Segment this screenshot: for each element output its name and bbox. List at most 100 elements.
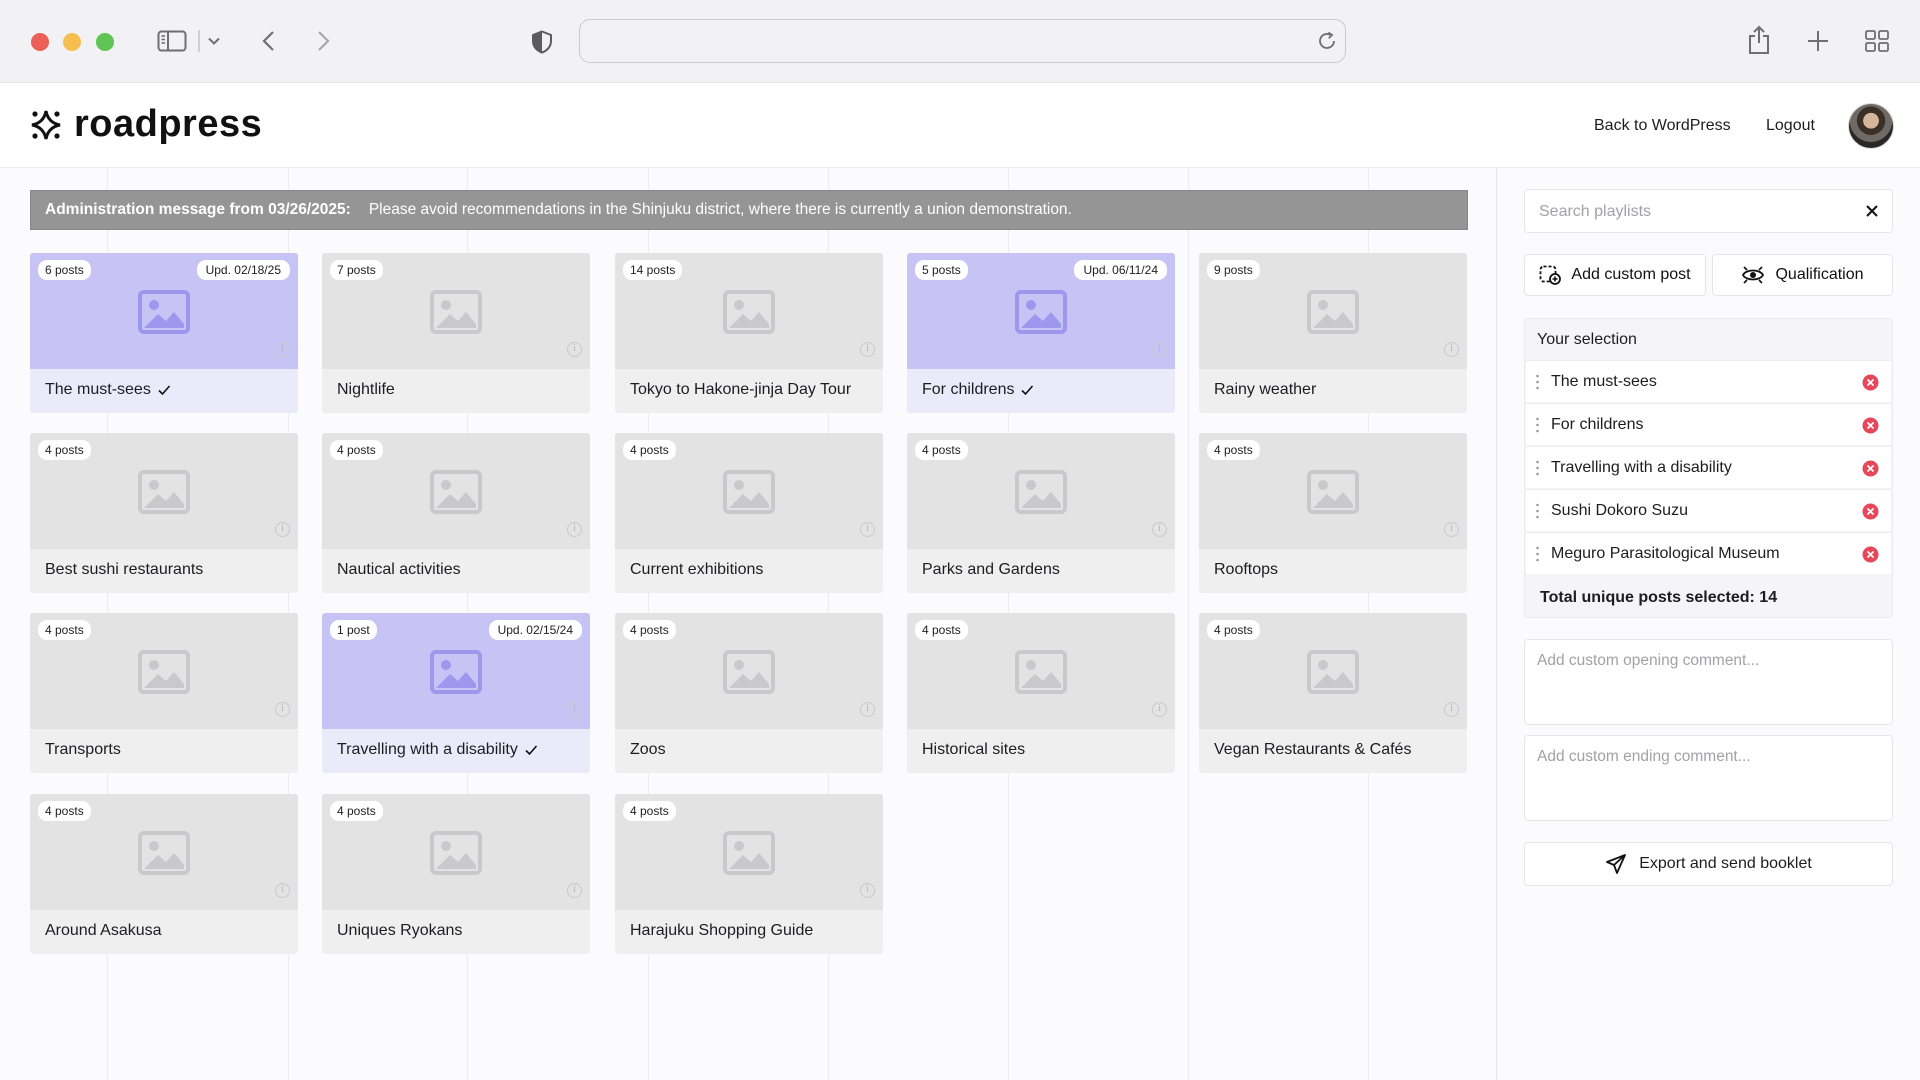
playlist-title-text: Travelling with a disability [337, 741, 518, 758]
playlist-title: Uniques Ryokans [337, 922, 462, 940]
minimize-window-button[interactable] [63, 33, 81, 51]
info-icon[interactable]: i [1444, 522, 1459, 537]
info-icon[interactable]: i [1444, 702, 1459, 717]
playlist-title-text: Nightlife [337, 381, 395, 398]
playlist-title: Nautical activities [337, 561, 461, 579]
reload-icon[interactable] [1316, 30, 1338, 52]
remove-icon[interactable] [1862, 503, 1879, 520]
drag-handle-icon[interactable] [1536, 460, 1539, 476]
playlist-title: Nightlife [337, 381, 395, 399]
logout-link[interactable]: Logout [1766, 117, 1815, 135]
playlist-card[interactable]: 4 posts i Nautical activities [322, 433, 590, 593]
add-post-icon [1540, 265, 1562, 285]
opening-comment-field[interactable] [1524, 639, 1893, 725]
info-icon[interactable]: i [275, 883, 290, 898]
playlist-card[interactable]: 4 posts i Transports [30, 613, 298, 773]
share-icon[interactable] [1745, 24, 1773, 56]
playlist-title: Transports [45, 741, 121, 759]
info-icon[interactable]: i [1152, 702, 1167, 717]
post-count-badge: 4 posts [1207, 440, 1260, 460]
close-icon[interactable] [1864, 203, 1880, 219]
new-tab-icon[interactable] [1806, 29, 1830, 53]
playlist-card[interactable]: 6 posts Upd. 02/18/25 i The must-sees [30, 253, 298, 413]
info-icon[interactable]: i [567, 522, 582, 537]
playlist-title: Current exhibitions [630, 561, 763, 579]
post-count-badge: 4 posts [623, 440, 676, 460]
info-icon[interactable]: i [567, 883, 582, 898]
drag-handle-icon[interactable] [1536, 546, 1539, 562]
add-custom-post-button[interactable]: Add custom post [1524, 254, 1706, 296]
ending-comment-field[interactable] [1524, 735, 1893, 821]
search-input[interactable] [1537, 200, 1861, 224]
app-header: roadpress Back to WordPress Logout [0, 83, 1920, 168]
info-icon[interactable]: i [860, 702, 875, 717]
info-icon[interactable]: i [860, 342, 875, 357]
drag-handle-icon[interactable] [1536, 417, 1539, 433]
drag-handle-icon[interactable] [1536, 374, 1539, 390]
post-count-badge: 1 post [330, 620, 377, 640]
url-input[interactable] [592, 28, 1286, 56]
playlist-card[interactable]: 4 posts i Harajuku Shopping Guide [615, 794, 883, 954]
browser-toolbar [0, 0, 1920, 83]
logo[interactable]: roadpress [28, 103, 262, 146]
playlist-card[interactable]: 7 posts i Nightlife [322, 253, 590, 413]
selection-item[interactable]: Sushi Dokoro Suzu [1526, 489, 1891, 531]
back-arrow-icon[interactable] [258, 28, 278, 54]
playlist-card[interactable]: 9 posts i Rainy weather [1199, 253, 1467, 413]
ending-comment-input[interactable] [1535, 746, 1884, 812]
selection-item[interactable]: The must-sees [1526, 360, 1891, 402]
info-icon[interactable]: i [1152, 522, 1167, 537]
playlist-card[interactable]: 4 posts i Parks and Gardens [907, 433, 1175, 593]
selection-item[interactable]: Meguro Parasitological Museum [1526, 532, 1891, 574]
playlist-card[interactable]: 4 posts i Historical sites [907, 613, 1175, 773]
playlist-card[interactable]: 4 posts i Best sushi restaurants [30, 433, 298, 593]
info-icon[interactable]: i [275, 342, 290, 357]
qualification-label: Qualification [1775, 266, 1864, 283]
playlist-card[interactable]: 1 post Upd. 02/15/24 i Travelling with a di… [322, 613, 590, 773]
info-icon[interactable]: i [1444, 342, 1459, 357]
info-icon[interactable]: i [567, 342, 582, 357]
tab-overview-icon[interactable] [1864, 29, 1890, 53]
playlist-card[interactable]: 14 posts i Tokyo to Hakone-jinja Day Tour [615, 253, 883, 413]
checkmark-icon [1021, 385, 1034, 396]
avatar[interactable] [1848, 103, 1894, 149]
info-icon[interactable]: i [567, 702, 582, 717]
selection-item-label: Meguro Parasitological Museum [1551, 545, 1780, 562]
opening-comment-input[interactable] [1535, 650, 1884, 716]
address-bar[interactable] [579, 19, 1346, 63]
post-count-badge: 7 posts [330, 260, 383, 280]
selection-item[interactable]: Travelling with a disability [1526, 446, 1891, 488]
playlist-card[interactable]: 4 posts i Around Asakusa [30, 794, 298, 954]
info-icon[interactable]: i [1152, 342, 1167, 357]
drag-handle-icon[interactable] [1536, 503, 1539, 519]
playlist-card[interactable]: 4 posts i Uniques Ryokans [322, 794, 590, 954]
search-playlists[interactable] [1524, 189, 1893, 233]
info-icon[interactable]: i [275, 702, 290, 717]
forward-arrow-icon[interactable] [314, 28, 334, 54]
shield-icon[interactable] [530, 29, 554, 55]
playlist-card[interactable]: 4 posts i Zoos [615, 613, 883, 773]
chevron-down-icon[interactable] [207, 33, 221, 49]
toolbar-divider [198, 30, 200, 52]
image-placeholder-icon [430, 831, 482, 875]
back-to-wordpress-link[interactable]: Back to WordPress [1594, 117, 1731, 135]
sidebar-icon[interactable] [156, 28, 188, 54]
remove-icon[interactable] [1862, 546, 1879, 563]
selection-item[interactable]: For childrens [1526, 403, 1891, 445]
info-icon[interactable]: i [860, 883, 875, 898]
info-icon[interactable]: i [860, 522, 875, 537]
playlist-card[interactable]: 5 posts Upd. 06/11/24 i For childrens [907, 253, 1175, 413]
qualification-button[interactable]: Qualification [1712, 254, 1893, 296]
updated-date-badge: Upd. 06/11/24 [1074, 260, 1167, 280]
playlist-card[interactable]: 4 posts i Rooftops [1199, 433, 1467, 593]
close-window-button[interactable] [31, 33, 49, 51]
playlist-card[interactable]: 4 posts i Current exhibitions [615, 433, 883, 593]
zoom-window-button[interactable] [96, 33, 114, 51]
remove-icon[interactable] [1862, 460, 1879, 477]
info-icon[interactable]: i [275, 522, 290, 537]
export-and-send-button[interactable]: Export and send booklet [1524, 842, 1893, 886]
admin-message-lead: Administration message from 03/26/2025: [45, 201, 351, 218]
remove-icon[interactable] [1862, 374, 1879, 391]
playlist-card[interactable]: 4 posts i Vegan Restaurants & Cafés [1199, 613, 1467, 773]
remove-icon[interactable] [1862, 417, 1879, 434]
